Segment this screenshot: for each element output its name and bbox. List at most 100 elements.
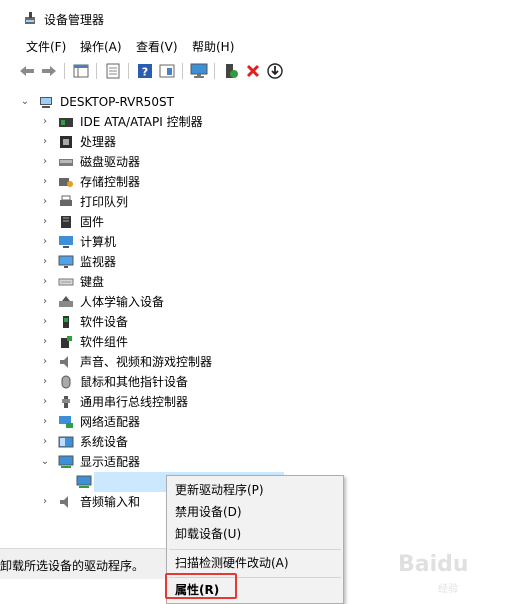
svg-text:?: ? — [142, 66, 148, 79]
software-component-icon — [61, 336, 72, 348]
tree-item[interactable]: › 网络适配器 — [40, 412, 300, 432]
context-disable-device[interactable]: 禁用设备(D) — [175, 501, 242, 523]
enable-device-icon[interactable] — [222, 62, 240, 80]
storage-controller-icon — [59, 178, 73, 187]
audio-input-icon — [60, 496, 68, 508]
delete-x-icon[interactable] — [244, 62, 262, 80]
tree-item[interactable]: › 系统设备 — [40, 432, 300, 452]
tree-item[interactable]: › 磁盘驱动器 — [40, 152, 300, 172]
chevron-right-icon[interactable]: › — [40, 272, 50, 292]
network-adapter-icon — [59, 416, 73, 428]
menu-help[interactable]: 帮助(H) — [190, 38, 236, 56]
tree-item[interactable]: › 存储控制器 — [40, 172, 300, 192]
toolbar-separator — [214, 63, 215, 79]
tree-item[interactable]: ⌄ 显示适配器 — [40, 452, 300, 472]
chevron-down-icon[interactable]: ⌄ — [40, 452, 50, 472]
context-update-driver[interactable]: 更新驱动程序(P) — [175, 479, 264, 501]
tree-item[interactable]: › 固件 — [40, 212, 300, 232]
toolbar-separator — [128, 63, 129, 79]
back-arrow-icon[interactable] — [18, 62, 36, 80]
tree-item[interactable]: › 软件组件 — [40, 332, 300, 352]
tree-item-label: 音频输入和 — [80, 495, 141, 509]
processor-icon — [60, 136, 72, 148]
tree-item-label: 网络适配器 — [80, 415, 141, 429]
toolbar-separator — [96, 63, 97, 79]
tree-root[interactable]: ⌄ DESKTOP-RVR50ST — [20, 92, 320, 112]
device-manager-icon — [25, 12, 35, 24]
chevron-right-icon[interactable]: › — [40, 432, 50, 452]
tree-item-label: 鼠标和其他指针设备 — [80, 375, 189, 389]
tree-item-label: 声音、视频和游戏控制器 — [80, 355, 213, 369]
chevron-right-icon[interactable]: › — [40, 372, 50, 392]
chevron-right-icon[interactable]: › — [40, 412, 50, 432]
context-uninstall-device[interactable]: 卸载设备(U) — [175, 523, 241, 545]
chevron-right-icon[interactable]: › — [40, 492, 50, 512]
display-adapter-icon — [58, 455, 74, 468]
tree-item[interactable]: › 软件设备 — [40, 312, 300, 332]
tree-item-label: 固件 — [80, 215, 105, 229]
keyboard-icon — [58, 278, 74, 286]
menu-file[interactable]: 文件(F) — [24, 38, 68, 56]
chevron-down-icon[interactable]: ⌄ — [20, 92, 30, 112]
tree-item-label: 处理器 — [80, 135, 117, 149]
chevron-right-icon[interactable]: › — [40, 252, 50, 272]
mouse-icon — [61, 375, 71, 389]
tree-item[interactable]: › 键盘 — [40, 272, 300, 292]
device-tree: ⌄ DESKTOP-RVR50ST › IDE ATA/ATAPI 控制器 › 处理器… — [0, 92, 518, 532]
tree-item-label: 监视器 — [80, 255, 117, 269]
sound-icon — [60, 356, 68, 368]
chevron-right-icon[interactable]: › — [40, 232, 50, 252]
computer-icon — [59, 236, 73, 248]
chevron-right-icon[interactable]: › — [40, 292, 50, 312]
tree-item-label: 键盘 — [80, 275, 105, 289]
chevron-right-icon[interactable]: › — [40, 332, 50, 352]
tree-item[interactable]: › IDE ATA/ATAPI 控制器 — [40, 112, 300, 132]
chevron-right-icon[interactable]: › — [40, 152, 50, 172]
tree-item-label: 存储控制器 — [80, 175, 141, 189]
download-circle-icon[interactable] — [266, 62, 284, 80]
chevron-right-icon[interactable]: › — [40, 392, 50, 412]
tree-item-label: 系统设备 — [80, 435, 129, 449]
toolbar-separator — [182, 63, 183, 79]
tree-item-label: 通用串行总线控制器 — [80, 395, 189, 409]
panel-icon[interactable] — [158, 62, 176, 80]
firmware-icon — [61, 216, 71, 228]
grid-view-icon[interactable] — [72, 62, 90, 80]
hid-icon — [59, 296, 73, 307]
tree-item[interactable]: › 鼠标和其他指针设备 — [40, 372, 300, 392]
toolbar-separator — [64, 63, 65, 79]
chevron-right-icon[interactable]: › — [40, 192, 50, 212]
document-view-icon[interactable] — [104, 62, 122, 80]
context-scan-hardware[interactable]: 扫描检测硬件改动(A) — [175, 552, 289, 574]
tree-item[interactable]: › 监视器 — [40, 252, 300, 272]
chevron-right-icon[interactable]: › — [40, 212, 50, 232]
tree-item[interactable]: › 声音、视频和游戏控制器 — [40, 352, 300, 372]
chevron-right-icon[interactable]: › — [40, 352, 50, 372]
help-icon[interactable]: ? — [136, 62, 154, 80]
tree-item[interactable]: › 计算机 — [40, 232, 300, 252]
tree-item[interactable]: › 打印队列 — [40, 192, 300, 212]
tree-item[interactable]: › 音频输入和 — [40, 492, 165, 512]
ide-controller-icon — [59, 118, 73, 127]
title-bar: 设备管理器 — [0, 0, 518, 36]
chevron-right-icon[interactable]: › — [40, 172, 50, 192]
forward-arrow-icon[interactable] — [40, 62, 58, 80]
chevron-right-icon[interactable]: › — [40, 132, 50, 152]
tree-item-label: 磁盘驱动器 — [80, 155, 141, 169]
baidu-watermark: Baidu 经验 — [398, 552, 508, 596]
menu-view[interactable]: 查看(V) — [134, 38, 180, 56]
tree-item[interactable]: › 处理器 — [40, 132, 300, 152]
monitor-icon[interactable] — [190, 62, 208, 80]
tree-item[interactable]: › 人体学输入设备 — [40, 292, 300, 312]
tree-item-label: 显示适配器 — [80, 455, 141, 469]
usb-icon — [62, 396, 70, 408]
menu-action[interactable]: 操作(A) — [78, 38, 124, 56]
toolbar: ? — [14, 60, 514, 84]
highlight-box — [165, 573, 237, 599]
watermark-sub: 经验 — [438, 584, 458, 595]
tree-item-label: 计算机 — [80, 235, 117, 249]
tree-item[interactable]: › 通用串行总线控制器 — [40, 392, 300, 412]
chevron-right-icon[interactable]: › — [40, 312, 50, 332]
menu-bar: 文件(F) 操作(A) 查看(V) 帮助(H) — [0, 38, 518, 58]
chevron-right-icon[interactable]: › — [40, 112, 50, 132]
